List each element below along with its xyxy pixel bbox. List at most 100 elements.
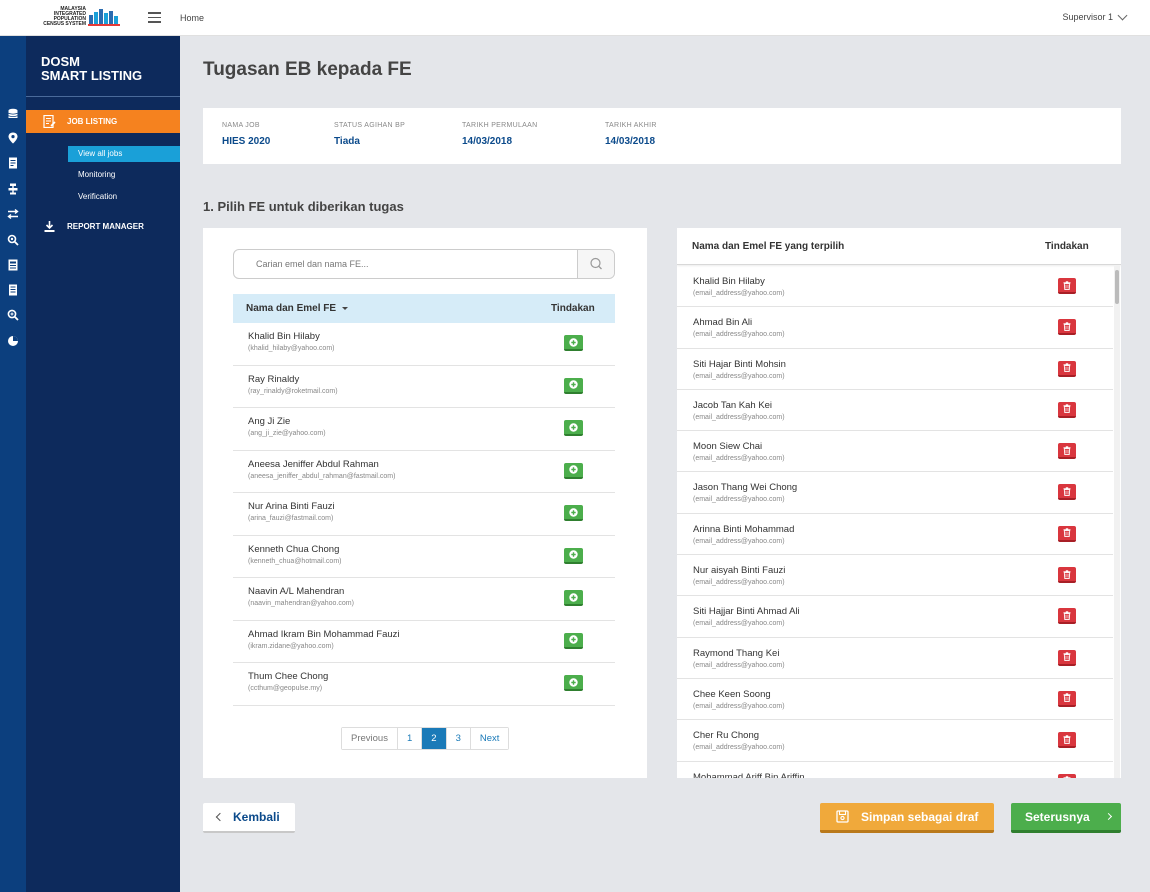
sidebar-item-job-listing[interactable]: JOB LISTING	[26, 110, 180, 133]
user-menu[interactable]: Supervisor 1	[1062, 10, 1128, 22]
brand-line-1: DOSM	[41, 54, 80, 69]
selected-fe-row: Mohammad Ariff Bin Ariffin(email_address…	[677, 762, 1113, 778]
remove-fe-button[interactable]	[1058, 567, 1076, 584]
tasks-icon[interactable]	[7, 183, 19, 195]
column-header-name: Nama dan Emel FE	[246, 303, 337, 314]
fe-table-body: Khalid Bin Hilaby (khalid_hilaby@yahoo.co…	[233, 323, 615, 706]
page-title: Tugasan EB kepada FE	[203, 59, 412, 80]
add-fe-button[interactable]	[564, 420, 583, 436]
sidebar-subitem-verification[interactable]: Verification	[68, 189, 180, 205]
plus-circle-icon	[569, 380, 578, 389]
remove-fe-button[interactable]	[1058, 649, 1076, 666]
add-fe-button[interactable]	[564, 675, 583, 691]
form-icon[interactable]	[7, 284, 19, 296]
fe-email: (email_address@yahoo.com)	[693, 496, 785, 504]
fe-name: Jacob Tan Kah Kei	[693, 399, 773, 411]
remove-fe-button[interactable]	[1058, 484, 1076, 501]
add-fe-button[interactable]	[564, 590, 583, 606]
trash-icon	[1063, 363, 1071, 373]
selected-table-header: Nama dan Emel FE yang terpilih Tindakan	[677, 228, 1121, 265]
sidebar-item-report-manager[interactable]: REPORT MANAGER	[26, 216, 180, 236]
plus-circle-icon	[569, 507, 578, 517]
info-label: STATUS AGIHAN BP	[334, 122, 406, 129]
add-fe-button[interactable]	[564, 632, 583, 649]
sidebar-item-label: REPORT MANAGER	[67, 221, 144, 231]
transfer-icon[interactable]	[7, 208, 19, 220]
search-settings-icon[interactable]	[7, 234, 19, 246]
search-input[interactable]	[234, 250, 578, 278]
add-fe-button[interactable]	[564, 462, 583, 479]
fe-name: Jason Thang Wei Chong	[693, 482, 798, 494]
fe-email: (email_address@yahoo.com)	[693, 290, 785, 297]
remove-fe-button[interactable]	[1058, 608, 1076, 625]
trash-icon	[1063, 776, 1071, 778]
fe-name: Kenneth Chua Chong	[248, 543, 340, 555]
next-button[interactable]: Seterusnya	[1011, 803, 1121, 833]
zoom-icon[interactable]	[7, 309, 19, 321]
fe-table-row: Aneesa Jeniffer Abdul Rahman (aneesa_jeni…	[233, 451, 615, 493]
selected-table-body: Khalid Bin Hilaby (email_address@yahoo.co…	[677, 266, 1113, 778]
fe-email: (email_address@yahoo.com)	[693, 331, 785, 339]
info-start-date: TARIKH PERMULAAN 14/03/2018	[462, 122, 537, 147]
search-button[interactable]	[577, 250, 614, 278]
chevron-right-icon	[1104, 812, 1112, 821]
remove-fe-button[interactable]	[1058, 773, 1076, 778]
sidebar-subitem-monitoring[interactable]: Monitoring	[68, 167, 180, 183]
add-fe-button[interactable]	[564, 377, 583, 394]
selected-fe-row: Jacob Tan Kah Kei (email_address@yahoo.co…	[677, 390, 1113, 432]
report-icon[interactable]	[7, 259, 19, 271]
next-button-label: Seterusnya	[1025, 809, 1090, 824]
hamburger-menu-icon[interactable]	[148, 12, 161, 23]
logo-text: MALAYSIA INTEGRATED POPULATION CENSUS SY…	[43, 6, 86, 27]
pagination-page-1[interactable]: 1	[397, 728, 423, 749]
fe-name: Siti Hajar Binti Mohsin	[693, 358, 786, 370]
fe-table-row: Thum Chee Chong (ccthum@geopulse.my)	[233, 663, 615, 706]
fe-email: (email_address@yahoo.com)	[693, 537, 785, 545]
remove-fe-button[interactable]	[1058, 690, 1076, 707]
sidebar-item-label: JOB LISTING	[67, 117, 118, 126]
map-pin-icon[interactable]	[7, 132, 19, 144]
add-fe-button[interactable]	[564, 505, 583, 521]
add-fe-button[interactable]	[564, 547, 583, 564]
database-icon[interactable]	[7, 108, 19, 120]
pagination-previous[interactable]: Previous	[342, 728, 398, 749]
remove-fe-button[interactable]	[1058, 443, 1076, 460]
save-draft-button[interactable]: Simpan sebagai draf	[820, 803, 994, 833]
add-fe-button[interactable]	[564, 335, 583, 351]
pie-chart-icon[interactable]	[7, 335, 19, 347]
remove-fe-button[interactable]	[1058, 525, 1076, 542]
document-icon[interactable]	[7, 157, 19, 169]
sidebar-subitem-view-all-jobs[interactable]: View all jobs	[68, 146, 180, 162]
pagination-next[interactable]: Next	[470, 728, 509, 749]
fe-name: Ang Ji Zie	[248, 416, 291, 427]
back-button-label: Kembali	[233, 810, 280, 824]
pagination-page-2[interactable]: 2	[422, 728, 447, 749]
save-icon	[836, 810, 849, 823]
app-brand: DOSM SMART LISTING	[41, 55, 142, 83]
fe-email: (email_address@yahoo.com)	[693, 413, 785, 421]
fe-name: Siti Hajjar Binti Ahmad Ali	[693, 606, 800, 618]
job-info-card: NAMA JOB HIES 2020 STATUS AGIHAN BP Tiad…	[203, 108, 1121, 164]
fe-name: Ray Rinaldy	[248, 373, 300, 385]
trash-icon	[1063, 487, 1071, 496]
plus-circle-icon	[569, 337, 578, 347]
back-button[interactable]: Kembali	[203, 803, 295, 833]
plus-circle-icon	[569, 592, 578, 602]
remove-fe-button[interactable]	[1058, 319, 1076, 336]
fe-email: (email_address@yahoo.com)	[693, 702, 785, 710]
remove-fe-button[interactable]	[1058, 360, 1076, 377]
remove-fe-button[interactable]	[1058, 732, 1076, 749]
job-listing-icon	[43, 115, 56, 128]
fe-table-row: Ahmad Ikram Bin Mohammad Fauzi (ikram.zid…	[233, 621, 615, 663]
fe-name: Khalid Bin Hilaby	[248, 331, 320, 342]
sort-by-name-header[interactable]: Nama dan Emel FE	[246, 303, 349, 314]
remove-fe-button[interactable]	[1058, 278, 1076, 294]
fe-email: (email_address@yahoo.com)	[693, 744, 785, 752]
remove-fe-button[interactable]	[1058, 401, 1076, 418]
logo-skyline-icon	[88, 9, 120, 26]
scrollbar[interactable]	[1114, 266, 1120, 778]
fe-name: Naavin A/L Mahendran	[248, 586, 345, 597]
scrollbar-thumb[interactable]	[1115, 270, 1119, 304]
breadcrumb-home[interactable]: Home	[180, 13, 204, 23]
pagination-page-3[interactable]: 3	[446, 728, 471, 749]
